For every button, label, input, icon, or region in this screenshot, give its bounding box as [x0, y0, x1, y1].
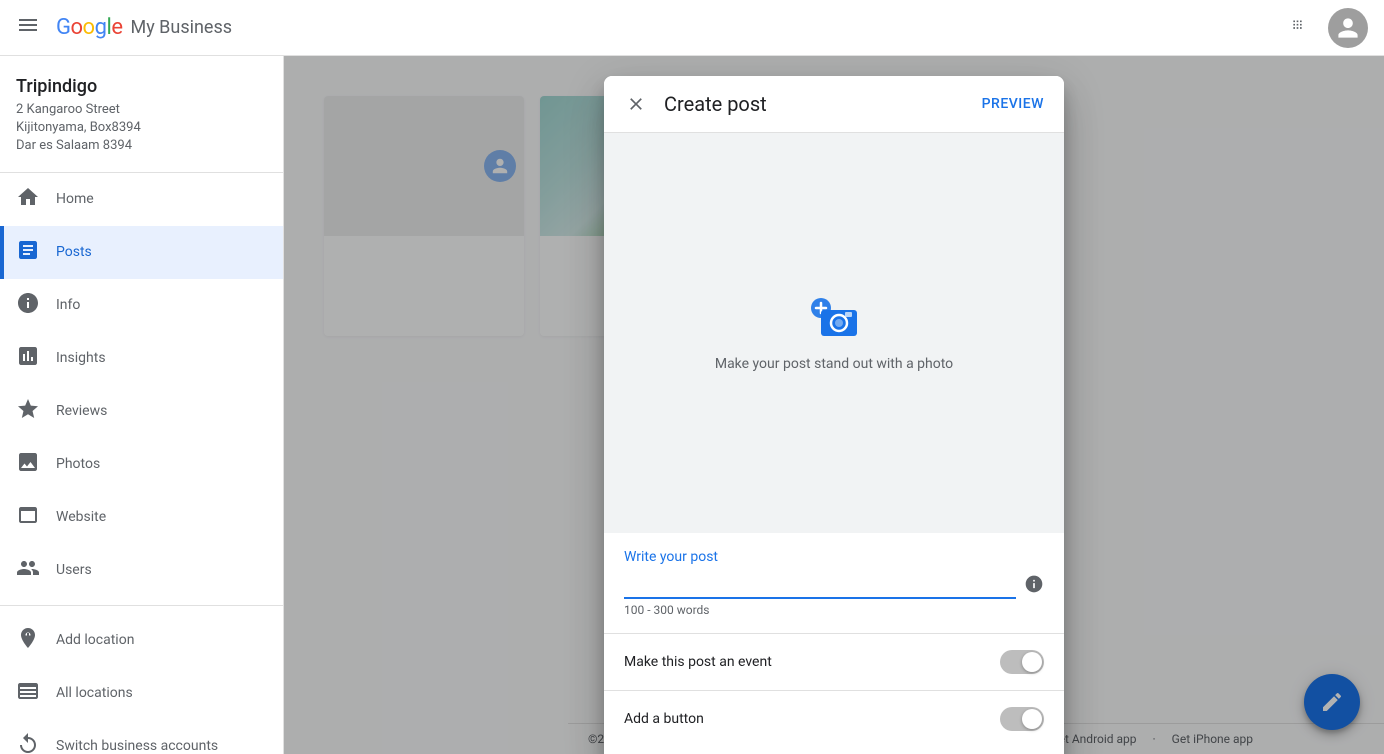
business-info: Tripindigo 2 Kangaroo Street Kijitonyama… [0, 56, 283, 173]
sidebar-item-insights-label: Insights [56, 350, 106, 366]
main-content: Create post PREVIEW [284, 56, 1384, 754]
dialog-bottom-spacer [604, 747, 1064, 754]
sidebar-item-photos[interactable]: Photos [0, 438, 283, 491]
photos-icon [16, 450, 40, 479]
sidebar-item-all-locations[interactable]: All locations [0, 667, 283, 720]
post-input-row [624, 573, 1044, 599]
sidebar-item-website[interactable]: Website [0, 491, 283, 544]
users-icon [16, 556, 40, 585]
sidebar-item-switch-business-label: Switch business accounts [56, 738, 218, 754]
post-input-wrapper [624, 573, 1016, 599]
sidebar-item-add-location-label: Add location [56, 632, 134, 648]
all-locations-icon [16, 679, 40, 708]
sidebar-item-users-label: Users [56, 562, 92, 578]
event-toggle-row: Make this post an event [604, 633, 1064, 690]
sidebar-item-posts-label: Posts [56, 244, 92, 260]
sidebar-item-reviews-label: Reviews [56, 403, 107, 419]
dialog-title: Create post [664, 92, 982, 116]
sidebar-item-reviews[interactable]: Reviews [0, 385, 283, 438]
reviews-icon [16, 397, 40, 426]
button-toggle-row: Add a button [604, 690, 1064, 747]
sidebar-item-home[interactable]: Home [0, 173, 283, 226]
event-toggle-label: Make this post an event [624, 654, 772, 670]
sidebar-item-home-label: Home [56, 191, 94, 207]
topbar-right [1280, 8, 1368, 48]
sidebar-item-photos-label: Photos [56, 456, 100, 472]
topbar: Google My Business [0, 0, 1384, 56]
sidebar-item-add-location[interactable]: Add location [0, 614, 283, 667]
app-logo: Google My Business [56, 15, 232, 40]
insights-icon [16, 344, 40, 373]
photo-upload-area[interactable]: Make your post stand out with a photo [604, 133, 1064, 533]
dialog-close-button[interactable] [624, 92, 648, 116]
sidebar-item-users[interactable]: Users [0, 544, 283, 597]
menu-icon[interactable] [16, 13, 40, 42]
photo-upload-label: Make your post stand out with a photo [715, 356, 953, 372]
button-toggle-label: Add a button [624, 711, 704, 727]
post-text-input[interactable] [624, 573, 1016, 599]
sidebar-item-info-label: Info [56, 297, 80, 313]
add-location-icon [16, 626, 40, 655]
dialog-body: Make your post stand out with a photo Wr… [604, 133, 1064, 754]
modal-overlay: Create post PREVIEW [284, 56, 1384, 754]
word-count-label: 100 - 300 words [624, 603, 1044, 617]
business-name: Tripindigo [16, 76, 267, 97]
write-post-label: Write your post [624, 549, 1044, 565]
create-post-dialog: Create post PREVIEW [604, 76, 1064, 754]
button-toggle-switch[interactable] [1000, 707, 1044, 731]
sidebar-item-website-label: Website [56, 509, 106, 525]
info-icon [16, 291, 40, 320]
add-photo-icon [807, 294, 861, 344]
switch-business-icon [16, 732, 40, 754]
website-icon [16, 503, 40, 532]
sidebar-item-info[interactable]: Info [0, 279, 283, 332]
post-section: Write your post 100 - 300 words [604, 533, 1064, 633]
app-name: My Business [130, 17, 232, 38]
posts-icon [16, 238, 40, 267]
sidebar-item-insights[interactable]: Insights [0, 332, 283, 385]
account-button[interactable] [1328, 8, 1368, 48]
sidebar-item-all-locations-label: All locations [56, 685, 133, 701]
home-icon [16, 185, 40, 214]
dialog-header: Create post PREVIEW [604, 76, 1064, 133]
sidebar: Tripindigo 2 Kangaroo Street Kijitonyama… [0, 56, 284, 754]
sidebar-item-switch-business[interactable]: Switch business accounts [0, 720, 283, 754]
sidebar-item-posts[interactable]: Posts [0, 226, 283, 279]
main-layout: Tripindigo 2 Kangaroo Street Kijitonyama… [0, 56, 1384, 754]
business-address: 2 Kangaroo Street Kijitonyama, Box8394 D… [16, 101, 267, 156]
preview-button[interactable]: PREVIEW [982, 96, 1044, 112]
post-info-icon [1024, 574, 1044, 599]
nav-divider-1 [0, 605, 283, 606]
apps-button[interactable] [1280, 8, 1320, 48]
event-toggle-switch[interactable] [1000, 650, 1044, 674]
